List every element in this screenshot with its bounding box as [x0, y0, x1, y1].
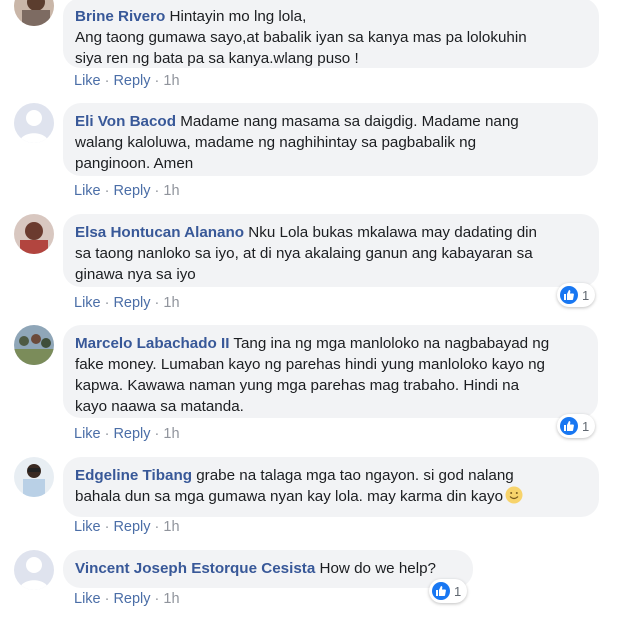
comment-text-line: Madame nang masama sa daigdig. Madame na…	[175, 113, 519, 130]
like-thumb-icon	[432, 582, 450, 600]
comment-text-line: grabe na talaga mga tao ngayon. si god n…	[192, 467, 514, 484]
like-link[interactable]: Like	[74, 591, 101, 607]
comment-actions: Like · Reply · 1h	[74, 295, 180, 311]
comment-text-line: bahala dun sa mga gumawa nyan kay lola. …	[75, 488, 504, 505]
comment-text-line: sa taong nanloko sa iyo, at di nya akala…	[75, 245, 533, 262]
comment-text-line: Nku Lola bukas mkalawa may dadating din	[244, 224, 538, 241]
reaction-count-value: 1	[454, 583, 462, 599]
comment-author[interactable]: Edgeline Tibang	[75, 467, 192, 484]
comment-bubble: Elsa Hontucan Alanano Nku Lola bukas mka…	[63, 214, 599, 287]
like-link[interactable]: Like	[74, 183, 101, 199]
comment-bubble: Marcelo Labachado II Tang ina ng mga man…	[63, 325, 598, 418]
comment-time[interactable]: 1h	[163, 519, 179, 535]
comment-text-line: Ang taong gumawa sayo,at babalik iyan sa…	[75, 29, 527, 46]
reaction-count-value: 1	[582, 287, 590, 303]
comment-text-line: How do we help?	[315, 560, 436, 577]
comment-author[interactable]: Marcelo Labachado II	[75, 335, 229, 352]
comment-time[interactable]: 1h	[163, 426, 179, 442]
comment-bubble: Edgeline Tibang grabe na talaga mga tao …	[63, 457, 599, 517]
comment-actions: Like · Reply · 1h	[74, 519, 180, 535]
comment-bubble: Eli Von Bacod Madame nang masama sa daig…	[63, 103, 598, 176]
reaction-count-value: 1	[582, 418, 590, 434]
reaction-count[interactable]: 1	[557, 414, 596, 438]
comment-text-line: siya ren ng bata pa sa kanya.wlang puso …	[75, 50, 359, 67]
like-link[interactable]: Like	[74, 426, 101, 442]
like-link[interactable]: Like	[74, 295, 101, 311]
avatar[interactable]	[14, 325, 54, 365]
reply-link[interactable]: Reply	[113, 426, 150, 442]
like-link[interactable]: Like	[74, 73, 101, 89]
avatar[interactable]	[14, 214, 54, 254]
comment-actions: Like · Reply · 1h	[74, 73, 180, 89]
comment-actions: Like · Reply · 1h	[74, 591, 180, 607]
reply-link[interactable]: Reply	[113, 295, 150, 311]
comment-time[interactable]: 1h	[163, 183, 179, 199]
comment-text-line: kapwa. Kawawa naman yung mga parehas mag…	[75, 377, 520, 394]
comment-time[interactable]: 1h	[163, 295, 179, 311]
comment-bubble: Brine Rivero Hintayin mo lng lola, Ang t…	[63, 0, 599, 68]
like-thumb-icon	[560, 417, 578, 435]
avatar[interactable]	[14, 457, 54, 497]
like-link[interactable]: Like	[74, 519, 101, 535]
smile-emoji-icon	[505, 486, 523, 504]
avatar[interactable]	[14, 103, 54, 143]
comment-text-line: Tang ina ng mga manloloko na nagbabayad …	[229, 335, 550, 352]
comment-author[interactable]: Elsa Hontucan Alanano	[75, 224, 244, 241]
reply-link[interactable]: Reply	[113, 519, 150, 535]
comment-actions: Like · Reply · 1h	[74, 183, 180, 199]
avatar[interactable]	[14, 550, 54, 590]
comment-text-line: Hintayin mo lng lola,	[165, 8, 307, 25]
comment-text-line: ginawa nya sa iyo	[75, 266, 196, 283]
comment-author[interactable]: Vincent Joseph Estorque Cesista	[75, 560, 315, 577]
comment-actions: Like · Reply · 1h	[74, 426, 180, 442]
comment-author[interactable]: Eli Von Bacod	[75, 113, 176, 130]
default-avatar-icon	[14, 550, 54, 590]
comment-text-line: fake money. Lumaban kayo ng parehas hind…	[75, 356, 545, 373]
reply-link[interactable]: Reply	[113, 73, 150, 89]
default-avatar-icon	[14, 103, 54, 143]
reaction-count[interactable]: 1	[429, 579, 468, 603]
comment-bubble: Vincent Joseph Estorque Cesista How do w…	[63, 550, 473, 588]
like-thumb-icon	[560, 286, 578, 304]
comment-text-line: kayo naawa sa matanda.	[75, 398, 244, 415]
reply-link[interactable]: Reply	[113, 183, 150, 199]
comment-author[interactable]: Brine Rivero	[75, 8, 165, 25]
comment-time[interactable]: 1h	[163, 73, 179, 89]
reaction-count[interactable]: 1	[557, 283, 596, 307]
avatar[interactable]	[14, 0, 54, 26]
reply-link[interactable]: Reply	[113, 591, 150, 607]
comment-time[interactable]: 1h	[163, 591, 179, 607]
comment-text-line: walang kaloluwa, madame ng naghihintay s…	[75, 134, 477, 151]
comment-text-line: panginoon. Amen	[75, 155, 194, 172]
